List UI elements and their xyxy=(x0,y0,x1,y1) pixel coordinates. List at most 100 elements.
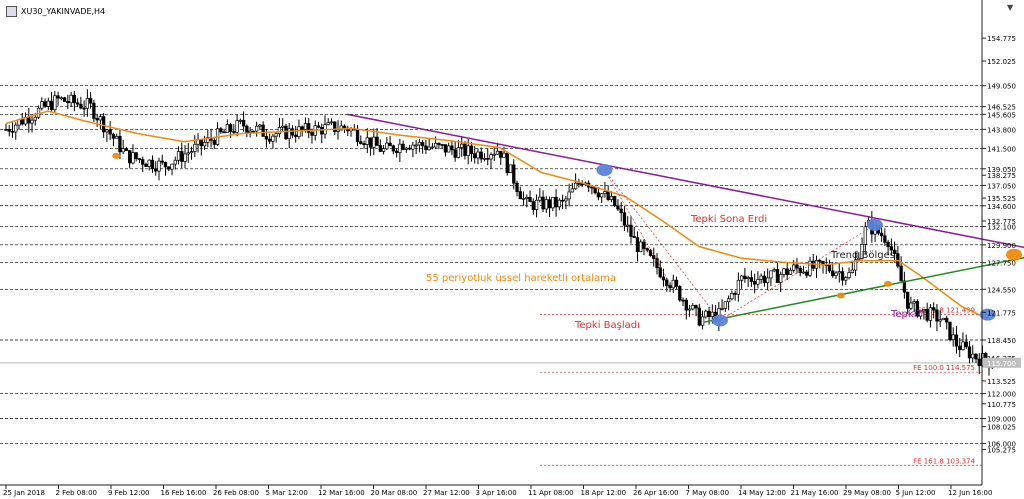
candle-body xyxy=(883,235,887,243)
candle-body xyxy=(424,145,428,150)
time-tick-label: 2 Feb 08:00 xyxy=(56,489,97,497)
candle-body xyxy=(922,308,926,312)
candle-body xyxy=(173,159,177,165)
candle-body xyxy=(111,133,116,139)
candle-body xyxy=(772,269,776,272)
candle-body xyxy=(14,124,18,133)
candle-body xyxy=(365,137,369,145)
candle-body xyxy=(88,98,93,104)
candle-body xyxy=(4,128,8,131)
candle-body xyxy=(440,144,444,146)
candle-body xyxy=(10,130,15,133)
candle-body xyxy=(381,148,386,152)
candle-body xyxy=(258,124,262,127)
candle-body xyxy=(482,158,487,160)
candle-body xyxy=(521,198,526,200)
candle-body xyxy=(101,116,106,133)
candle-body xyxy=(20,119,24,125)
candle-body xyxy=(971,353,975,359)
price-tick-label: 152.025 xyxy=(987,58,1016,66)
candle-body xyxy=(450,145,454,151)
candle-body xyxy=(30,119,34,124)
candle-body xyxy=(329,121,334,124)
candle-body xyxy=(759,275,763,280)
candle-body xyxy=(788,269,793,275)
candle-body xyxy=(92,102,96,119)
price-chart[interactable]: FE 61.8 121.499FE 100.0 114.575FE 161.8 … xyxy=(0,0,1024,499)
candle-body xyxy=(437,142,441,145)
candle-body xyxy=(310,132,314,136)
reaction-start-label: Tepki Başladı xyxy=(574,320,640,331)
candle-body xyxy=(199,139,203,147)
candle-body xyxy=(212,140,216,145)
candle-body xyxy=(443,144,448,153)
marker-support-touch xyxy=(836,292,845,299)
candle-body xyxy=(958,345,962,350)
candle-body xyxy=(261,124,265,137)
candle-body xyxy=(489,154,493,160)
candle-body xyxy=(655,258,659,269)
candle-body xyxy=(362,143,366,146)
candle-body xyxy=(124,148,129,151)
candle-body xyxy=(674,279,679,287)
candle-body xyxy=(541,196,545,210)
candle-body xyxy=(486,158,490,160)
candle-body xyxy=(183,153,187,162)
candle-body xyxy=(372,136,376,148)
time-tick-label: 25 Jan 2018 xyxy=(3,489,45,497)
candle-body xyxy=(499,150,503,158)
candle-body xyxy=(277,127,282,134)
candle-body xyxy=(144,163,148,167)
candle-body xyxy=(85,98,90,109)
candle-body xyxy=(320,127,324,135)
candle-body xyxy=(342,125,347,129)
candle-body xyxy=(222,131,226,134)
candle-body xyxy=(193,143,197,152)
candle-body xyxy=(417,141,422,146)
candle-body xyxy=(479,151,483,160)
candle-body xyxy=(407,147,412,150)
candle-body xyxy=(932,307,936,311)
candle-body xyxy=(909,302,913,309)
time-tick-label: 26 Apr 16:00 xyxy=(633,489,679,497)
candle-body xyxy=(228,124,233,132)
candle-body xyxy=(476,151,480,159)
candle-body xyxy=(687,308,692,311)
reaction-end-label: Tepki Sona Erdi xyxy=(690,214,767,225)
chart-window-icon xyxy=(6,6,17,17)
time-tick-label: 26 Feb 08:00 xyxy=(213,489,259,497)
candle-body xyxy=(954,334,959,347)
price-tick-label: 137.050 xyxy=(987,182,1016,190)
candle-body xyxy=(899,265,903,282)
price-tick-label: 108.025 xyxy=(987,424,1016,432)
candle-body xyxy=(951,334,955,341)
candle-body xyxy=(254,125,259,132)
candle-body xyxy=(40,101,44,109)
candle-body xyxy=(245,125,249,133)
candle-body xyxy=(385,142,389,150)
triangle-down-icon[interactable]: ▼ xyxy=(1007,3,1013,12)
candle-body xyxy=(186,152,190,155)
candle-body xyxy=(281,125,285,128)
candle-body xyxy=(232,131,236,133)
candle-body xyxy=(473,153,477,159)
candle-body xyxy=(661,276,666,281)
price-tick-label: 118.450 xyxy=(987,337,1016,345)
candle-body xyxy=(518,191,522,200)
candle-body xyxy=(274,133,278,137)
candle-body xyxy=(508,164,513,174)
time-tick-label: 18 Apr 12:00 xyxy=(581,489,627,497)
candle-body xyxy=(414,144,418,147)
candle-body xyxy=(394,150,399,153)
candle-body xyxy=(723,301,728,309)
candle-body xyxy=(560,199,565,202)
candle-body xyxy=(176,151,181,161)
price-tick-label: 109.000 xyxy=(987,416,1016,424)
candle-body xyxy=(131,152,135,164)
marker-ema-left xyxy=(112,152,121,159)
candle-body xyxy=(967,346,972,359)
candle-body xyxy=(453,149,457,158)
candle-body xyxy=(378,145,382,152)
candle-body xyxy=(626,224,630,227)
candle-body xyxy=(743,275,747,279)
